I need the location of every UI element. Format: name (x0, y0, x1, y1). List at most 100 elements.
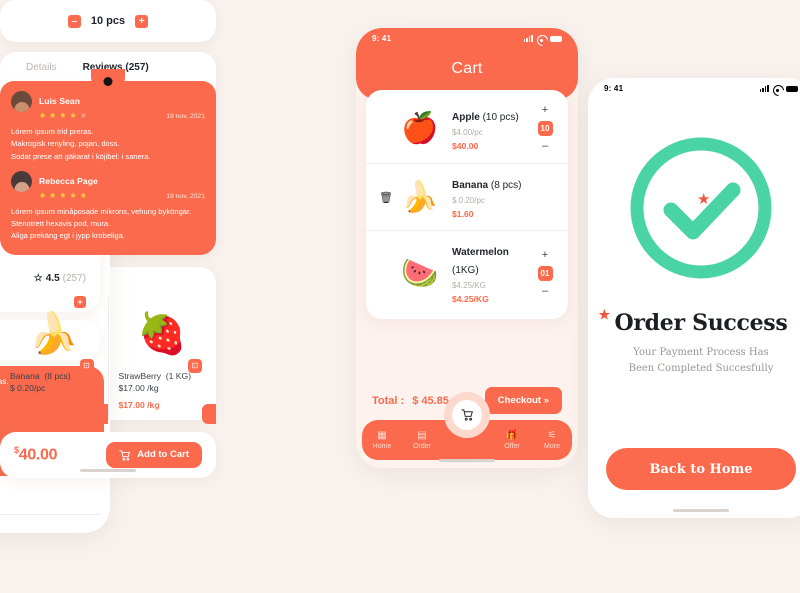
home-indicator (439, 459, 495, 462)
chevron-right-icon: » (543, 395, 549, 406)
wifi-icon (537, 34, 546, 42)
tab-order[interactable]: ▤ Order (402, 430, 442, 450)
wallet-icon: ▤ (417, 430, 427, 441)
reviewer-name: Luis Sean (39, 96, 81, 106)
quantity-card: – 10 pcs + (0, 0, 216, 42)
similar-product-item[interactable]: 🍓 ⊡ StrawBerry (1 KG) $17.00 /kg $17.00 … (107, 296, 216, 424)
similar-product-item[interactable]: 🍌 ⊡ Banana (8 pcs) $ 0.20/pc $1.60 (0, 297, 108, 424)
add-to-cart-label: Add to Cart (137, 449, 189, 461)
review-item: Luis Sean ★ ★ ★ ★ ★ 19 nov, 2021 Lórem ipsum… (11, 91, 205, 163)
item-total: $40.00 (452, 140, 479, 151)
trash-icon[interactable]: 🗑 (378, 191, 394, 204)
quantity-stepper: + 01 – (534, 249, 556, 297)
total-label: Total : $ 45.85 (372, 394, 449, 407)
cart-icon (452, 400, 482, 430)
item-unit-price: $4.25/KG (452, 281, 486, 290)
avatar (11, 91, 32, 112)
cart-total: $40.00 (14, 445, 58, 464)
cart-row[interactable]: 🍉 Watermelon (1KG) $4.25/KG $4.25/KG + 0… (366, 230, 568, 315)
signal-icon (759, 84, 769, 92)
tab-label: Offer (504, 443, 520, 450)
banana-image: 🍌 (28, 312, 79, 357)
add-icon[interactable]: ⊡ (188, 358, 202, 373)
tab-offer[interactable]: 🎁 Offer (492, 430, 532, 450)
add-to-cart-button[interactable]: Add to Cart (106, 441, 202, 468)
rating-count: (257) (62, 273, 86, 284)
star-outline-icon: ☆ (33, 273, 43, 284)
similar-products-card-clipped: 🍓 (0, 488, 100, 533)
reviews-card: Details Reviews (257) Luis Sean ★ ★ ★ ★ ★ 1 (0, 52, 216, 255)
quantity-value: 10 pcs (90, 15, 126, 27)
item-name: Watermelon (1KG) (452, 247, 509, 276)
tab-label: Home (372, 443, 392, 450)
reviewer-name: Rebecca Page (39, 175, 98, 186)
cart-icon (119, 450, 131, 461)
item-total: $4.25/KG (452, 294, 489, 304)
decrease-button[interactable]: – (542, 285, 548, 297)
review-item: Rebecca Page ★ ★ ★ ★ ★ 19 nov, 2021 Lórem ip… (11, 170, 205, 243)
total-amount: $ 45.85 (412, 394, 449, 407)
tab-details[interactable]: Details (26, 62, 57, 73)
quantity-stepper: + 10 – (534, 105, 556, 152)
item-unit-price: $4.00/pc (452, 127, 483, 137)
similar-product-unit-price: $ 0.20/pc (10, 382, 46, 393)
page-title: ★ Order Success (598, 308, 788, 336)
success-subtitle: Your Payment Process Has Been Completed … (628, 347, 774, 374)
phone-order-success: 9: 41 ★ ★ Order Success Your Payment Pro… (588, 78, 800, 518)
banana-image: 🍌 (401, 180, 439, 214)
home-indicator (80, 468, 136, 472)
apple-image: 🍎 (401, 112, 439, 145)
strawberry-image: 🍓 (137, 312, 188, 357)
tab-label: Order (413, 443, 431, 450)
checkout-button[interactable]: Checkout » (484, 387, 562, 414)
watermelon-image: 🍉 (401, 256, 439, 290)
page-title: Cart (451, 60, 483, 77)
item-total: $1.60 (452, 209, 474, 219)
add-icon[interactable]: ⊡ (79, 358, 94, 373)
star-icon: ★ (598, 308, 611, 323)
status-bar: 9: 41 (588, 78, 800, 98)
item-name: Banana (8 pcs) (452, 180, 522, 191)
phone-reviews: – 10 pcs + Details Reviews (257) Luis Se… (0, 0, 216, 478)
sliders-icon: ⚟ (547, 430, 557, 441)
rating-stars: ★ ★ ★ ★ ★ (39, 190, 87, 200)
status-icons (759, 84, 798, 92)
status-time: 9: 41 (604, 83, 624, 93)
total-amount: 40.00 (18, 446, 58, 464)
cart-row[interactable]: 🗑 🍌 Banana (8 pcs) $ 0.20/pc $1.60 (366, 163, 568, 230)
review-text: Lórem ipsum minåposade mikrons, vehung b… (11, 206, 192, 241)
battery-icon (550, 35, 562, 42)
cart-row[interactable]: 🍎 Apple (10 pcs) $4.00/pc $40.00 + 10 – (366, 94, 568, 163)
side-tab[interactable] (202, 403, 216, 424)
increase-quantity-button[interactable]: + (135, 14, 149, 28)
rating-stars: ★ ★ ★ ★ ★ (39, 111, 87, 120)
increase-button[interactable]: + (542, 249, 548, 261)
tab-home[interactable]: ▦ Home (362, 430, 402, 450)
tab-more[interactable]: ⚟ More (532, 430, 572, 450)
quantity-badge: 01 (537, 265, 553, 281)
rating-value: 4.5 (45, 273, 60, 284)
status-icons (523, 34, 562, 42)
similar-product-total: $1.60 (10, 399, 32, 410)
wifi-icon (773, 84, 782, 92)
side-tab[interactable] (93, 403, 108, 424)
back-to-home-button[interactable]: Back to Home (606, 448, 796, 490)
phone-cart: 9: 41 Cart 🍎 Apple (10 pcs) $4.00/pc $40… (356, 28, 578, 468)
divider (0, 514, 100, 515)
star-icon: ★ (697, 191, 711, 208)
item-name: Apple (10 pcs) (452, 111, 519, 123)
footer-bar: $40.00 Add to Cart (0, 431, 216, 478)
avatar (11, 170, 32, 192)
gift-icon: 🎁 (505, 430, 519, 441)
decrease-button[interactable]: – (542, 141, 548, 152)
similar-product-unit-price: $17.00 /kg (118, 382, 159, 393)
quantity-badge: 10 (537, 121, 553, 136)
success-content: ★ ★ Order Success Your Payment Process H… (588, 98, 800, 377)
increase-button[interactable]: + (542, 105, 548, 116)
status-time: 9: 41 (372, 33, 392, 43)
battery-icon (786, 85, 798, 92)
cart-fab[interactable] (444, 392, 490, 438)
cart-item-list: 🍎 Apple (10 pcs) $4.00/pc $40.00 + 10 – … (366, 90, 568, 319)
decrease-quantity-button[interactable]: – (67, 14, 81, 28)
